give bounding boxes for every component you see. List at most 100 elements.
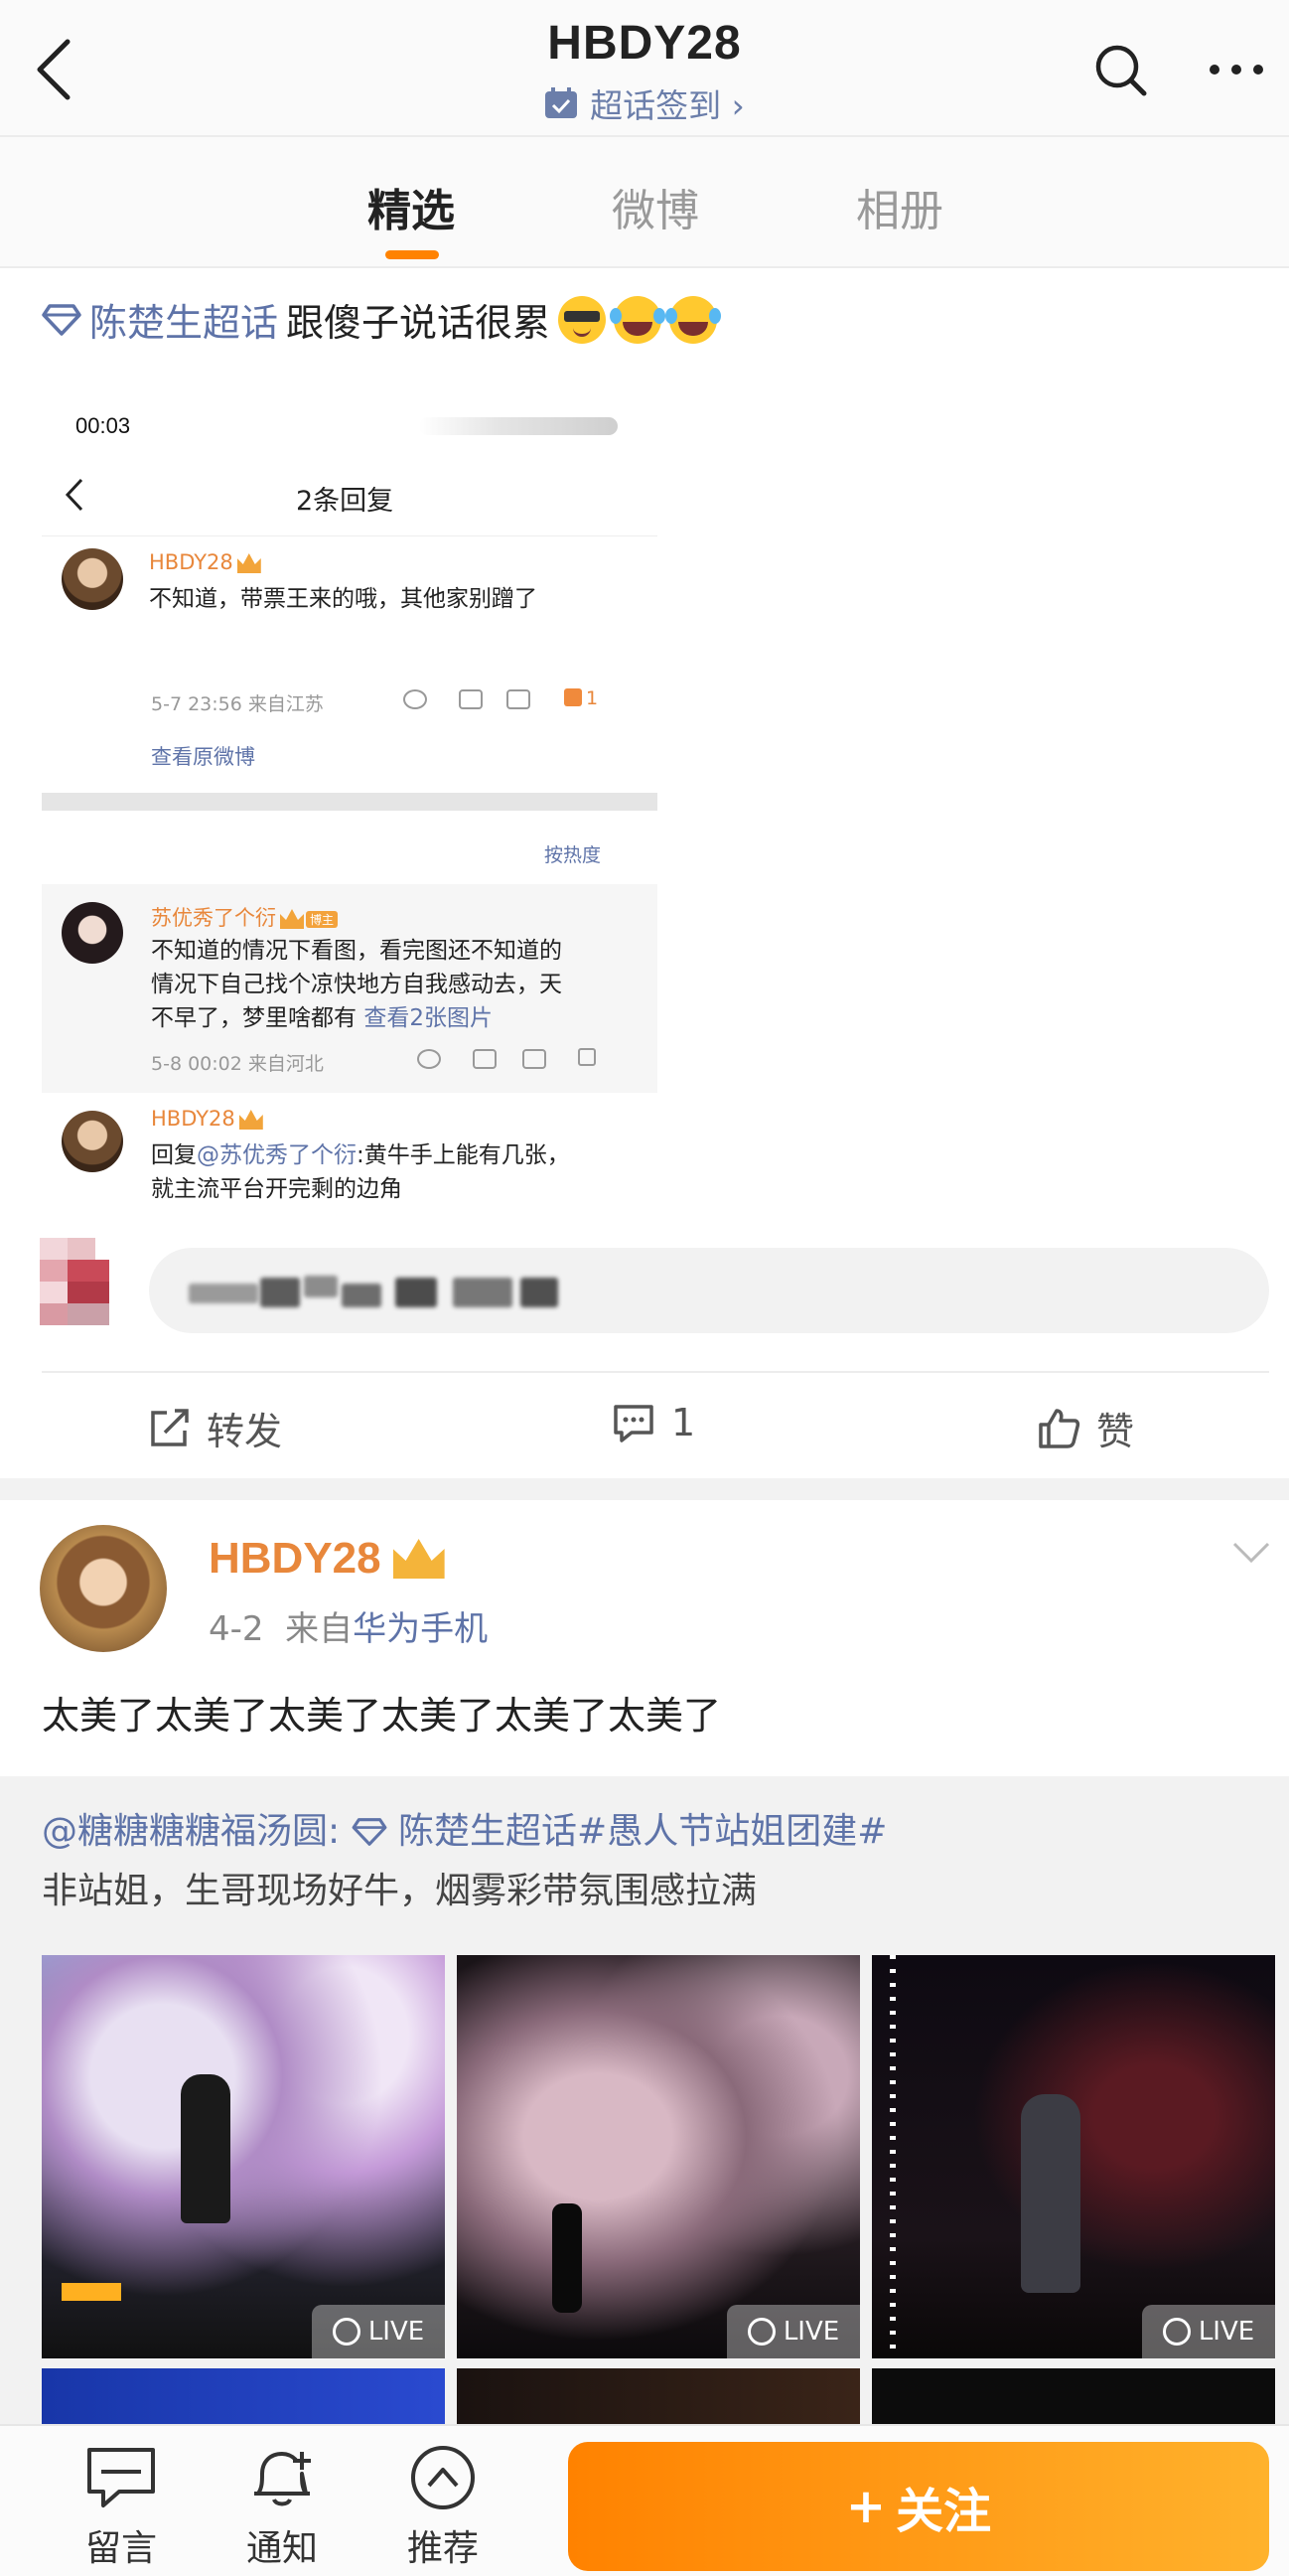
follow-button[interactable]: + 关注 [568,2442,1269,2571]
section-gap [0,1478,1289,1500]
search-icon[interactable] [1092,42,1148,97]
reply-title: 2条回复 [296,486,394,517]
tab-bar: 精选 微博 相册 [0,137,1289,268]
live-badge: LIVE [312,2305,445,2358]
comment-username: HBDY28 [151,1107,263,1131]
like-count: 1 [564,687,598,709]
sort-label: 按热度 [544,844,602,866]
back-icon [65,478,83,512]
comment-text-line: 情况下自己找个凉快地方自我感动去，天 [151,972,562,997]
concert-photo[interactable] [872,2368,1275,2428]
status-time: 00:03 [75,413,131,438]
message-label: 留言 [84,2528,157,2569]
comment-text-line: 回复@苏优秀了个衍:黄牛手上能有几张， [151,1142,570,1168]
progress-bar [419,417,618,435]
comment-icon [522,1049,546,1069]
notify-label: 通知 [245,2528,318,2569]
view-original-link: 查看原微博 [151,745,255,769]
comment-meta: 5-7 23:56 来自江苏 [151,693,324,715]
chevron-up-circle-icon [411,2446,475,2509]
post-meta: 4-2 来自华为手机 [209,1609,489,1649]
like-button[interactable]: 赞 [1037,1401,1134,1455]
comment-text-line: 不知道的情况下看图，看完图还不知道的 [151,938,562,964]
supertopic-diamond-icon [42,303,81,336]
share-icon [459,689,483,709]
view-images-link: 查看2张图片 [363,1005,493,1031]
comment-username: HBDY28 [149,550,261,574]
repost-icon [151,1408,189,1446]
calendar-check-icon [545,87,578,118]
post-username[interactable]: HBDY28 [209,1534,445,1584]
emoji-react-icon [417,1049,441,1069]
emoji-react-icon [403,689,427,709]
post-text: 太美了太美了太美了太美了太美了太美了 [42,1694,722,1738]
avatar [62,902,123,964]
comment-text: 不知道，带票王来的哦，其他家别蹭了 [149,586,537,612]
concert-photo[interactable] [457,2368,860,2428]
live-icon [1162,2318,1191,2346]
comment-button[interactable]: 1 [612,1401,695,1444]
repost-label: 转发 [207,1410,283,1453]
comment-meta: 5-8 00:02 来自河北 [151,1053,324,1075]
comment-icon [506,689,530,709]
live-badge: LIVE [727,2305,860,2358]
recommend-button[interactable]: 推荐 [393,2444,493,2571]
action-bar: 转发 1 赞 [0,1373,1289,1482]
message-button[interactable]: 留言 [72,2444,171,2571]
live-icon [747,2318,776,2346]
avatar[interactable] [40,1525,167,1652]
comment-username: 苏优秀了个衍 博主 [151,902,339,932]
crown-icon [236,553,261,573]
topic-link[interactable]: 陈楚生超话 [89,292,278,347]
like-icon [578,1047,600,1069]
notify-button[interactable]: 通知 [232,2444,332,2571]
divider [42,793,657,811]
concert-photo[interactable]: LIVE [42,1955,445,2358]
pixelated-avatar [40,1238,123,1337]
like-label: 赞 [1096,1410,1135,1453]
bell-plus-icon [254,2452,311,2506]
tears-of-joy-emoji-icon [610,295,662,344]
live-icon [332,2318,360,2346]
embedded-screenshot[interactable]: 00:03 2条回复 HBDY28 不知道，带票王来的哦，其他家别蹭了 5-7 … [42,378,657,1242]
plus-icon: + [845,2479,887,2534]
top-nav: HBDY28 超话签到 › [0,0,1289,137]
share-icon [473,1049,497,1069]
concert-photo[interactable]: LIVE [872,1955,1275,2358]
concert-photo[interactable] [42,2368,445,2428]
checkin-label: 超话签到 › [590,86,745,125]
comment-text-line: 不早了，梦里啥都有 查看2张图片 [151,1005,493,1031]
crown-icon [392,1539,445,1579]
tab-weibo[interactable]: 微博 [612,175,699,238]
sunglasses-emoji-icon [558,295,607,344]
repost-button[interactable]: 转发 [147,1401,282,1455]
avatar [62,1111,123,1172]
tab-album[interactable]: 相册 [856,175,943,238]
supertopic-diamond-icon [352,1818,387,1846]
crown-icon [280,909,304,929]
more-icon[interactable] [1207,55,1266,84]
repost-source: @糖糖糖糖福汤圆: 陈楚生超话#愚人节站姐团建# [42,1811,888,1852]
crown-icon [238,1110,263,1130]
bottom-bar: 留言 通知 推荐 + 关注 [0,2424,1289,2576]
comment-preview[interactable] [149,1248,1269,1333]
chevron-down-icon[interactable] [1231,1540,1271,1566]
post-text-body: 跟傻子说话很累 [286,301,551,345]
chat-bubble-icon [87,2448,155,2507]
tab-indicator [385,250,439,259]
tab-featured[interactable]: 精选 [367,175,455,238]
follow-label: 关注 [896,2484,992,2539]
avatar [62,548,123,610]
repost-text: 非站姐，生哥现场好牛，烟雾彩带氛围感拉满 [42,1871,758,1911]
comment-text-line: 就主流平台开完剩的边角 [151,1176,402,1202]
reply-header: 2条回复 [42,457,657,536]
concert-photo[interactable]: LIVE [457,1955,860,2358]
live-badge: LIVE [1142,2305,1275,2358]
comment-icon [614,1405,653,1442]
recommend-label: 推荐 [406,2528,479,2569]
blogger-badge: 博主 [306,910,339,928]
tears-of-joy-emoji-icon [665,295,718,344]
post-text: 陈楚生超话 跟傻子说话很累 [42,292,718,347]
thumbs-up-icon [1039,1408,1080,1448]
comment-count: 1 [671,1401,696,1444]
